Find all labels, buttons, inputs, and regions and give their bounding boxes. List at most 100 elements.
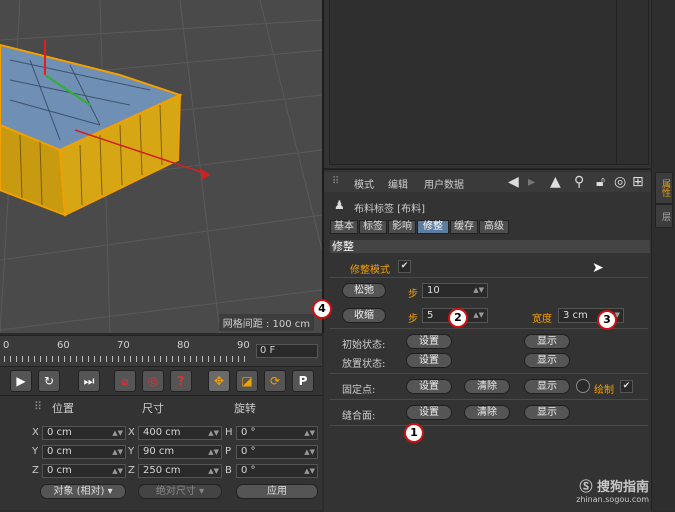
3d-viewport[interactable]: 网格间距 : 100 cm [0, 0, 324, 333]
back-arrow-icon[interactable]: ◀ [508, 174, 519, 190]
help-icon[interactable]: ? [170, 370, 192, 392]
stepper-icon[interactable]: ▲▼ [304, 427, 315, 439]
coordinate-mode-dropdown[interactable]: 对象 (相对) ▾ [40, 484, 126, 499]
stepper-icon[interactable]: ▲▼ [304, 465, 315, 477]
fix-points-label: 固定点: [342, 385, 376, 396]
record-keyframe-icon[interactable]: ⌀ [114, 370, 136, 392]
search-icon[interactable]: ⚲ [574, 174, 584, 190]
dress-state-set-button[interactable]: 设置 [406, 353, 452, 368]
shrink-button[interactable]: 收缩 [342, 308, 386, 323]
autokey-icon[interactable]: ◎ [142, 370, 164, 392]
coordinates-manager: ⠿ 位置 尺寸 旋转 X 0 cm ▲▼ X 400 cm ▲▼ H 0 ° ▲▼ Y… [0, 396, 322, 510]
tab-influence[interactable]: 影响 [388, 220, 416, 234]
stepper-icon[interactable]: ▲▼ [112, 427, 123, 439]
fix-points-show-button[interactable]: 显示 [524, 379, 570, 394]
tab-tag[interactable]: 标签 [359, 220, 387, 234]
timeline[interactable]: 0 60 70 80 90 0 F [0, 335, 322, 366]
current-frame-field[interactable]: 0 F [256, 344, 318, 358]
up-arrow-icon[interactable]: ▲ [550, 174, 561, 190]
pos-z-value: 0 cm [47, 465, 72, 476]
tab-dresser[interactable]: 修整 [417, 220, 449, 234]
menu-edit[interactable]: 编辑 [388, 176, 408, 191]
fix-points-clear-button[interactable]: 清除 [464, 379, 510, 394]
width-label: 宽度 [532, 314, 552, 325]
divider [330, 399, 648, 400]
seam-clear-button[interactable]: 清除 [464, 405, 510, 420]
stepper-icon[interactable]: ▲▼ [112, 465, 123, 477]
side-tab-attributes[interactable]: 属性 [655, 172, 673, 204]
size-z-field[interactable]: 250 cm ▲▼ [138, 464, 222, 478]
rot-p-field[interactable]: 0 ° ▲▼ [236, 445, 318, 459]
annotation-badge-2: 2 [448, 308, 468, 328]
divider [330, 373, 648, 374]
pos-y-field[interactable]: 0 cm ▲▼ [42, 445, 126, 459]
dress-state-show-button[interactable]: 显示 [524, 353, 570, 368]
tag-title: 布料标签 [布料] [354, 204, 425, 215]
attribute-manager: ⠿ 模式 编辑 用户数据 ◀ ▸ ▲ ⚲ 🔓︎ ◎ ⊞ ♟ 布料标签 [布料] … [324, 168, 651, 512]
target-icon[interactable]: ◎ [614, 174, 626, 190]
dress-mode-label: 修整模式 [350, 265, 390, 276]
seam-label: 缝合面: [342, 411, 376, 422]
menu-user-data[interactable]: 用户数据 [424, 176, 464, 191]
radio-icon[interactable] [576, 379, 590, 393]
dress-mode-checkbox[interactable]: ✔ [398, 260, 411, 273]
coordinate-mode-value: 对象 (相对) [53, 486, 105, 497]
tab-cache[interactable]: 缓存 [450, 220, 478, 234]
watermark-brand: Ⓢ 搜狗指南 [576, 476, 649, 495]
forward-arrow-icon[interactable]: ▸ [528, 174, 535, 190]
fix-points-set-button[interactable]: 设置 [406, 379, 452, 394]
stepper-icon[interactable]: ▲▼ [208, 465, 219, 477]
pla-key-icon[interactable]: P [292, 370, 314, 392]
divider [330, 425, 648, 426]
rot-b-value: 0 ° [241, 465, 256, 476]
menu-mode[interactable]: 模式 [354, 176, 374, 191]
pos-z-field[interactable]: 0 cm ▲▼ [42, 464, 126, 478]
draw-checkbox[interactable]: ✔ [620, 380, 633, 393]
stepper-icon[interactable]: ▲▼ [208, 446, 219, 458]
new-panel-icon[interactable]: ⊞ [632, 174, 644, 190]
column-divider [616, 0, 617, 164]
rot-b-field[interactable]: 0 ° ▲▼ [236, 464, 318, 478]
rot-h-field[interactable]: 0 ° ▲▼ [236, 426, 318, 440]
apply-button[interactable]: 应用 [236, 484, 318, 499]
transport-bar: ▶ ↻ ⏭ ⌀ ◎ ? ✥ ◪ ⟳ P [0, 366, 322, 396]
timeline-tick: 80 [177, 340, 190, 351]
stepper-icon[interactable]: ▲▼ [208, 427, 219, 439]
goto-end-icon[interactable]: ⏭ [78, 370, 100, 392]
stepper-icon[interactable]: ▲▼ [304, 446, 315, 458]
pos-x-field[interactable]: 0 cm ▲▼ [42, 426, 126, 440]
loop-icon[interactable]: ↻ [38, 370, 60, 392]
rot-p-value: 0 ° [241, 446, 256, 457]
stepper-icon[interactable]: ▲▼ [112, 446, 123, 458]
rotate-icon[interactable]: ⟳ [264, 370, 286, 392]
stepper-icon[interactable]: ▲▼ [473, 309, 484, 322]
tab-advanced[interactable]: 高级 [479, 220, 509, 234]
scale-icon[interactable]: ◪ [236, 370, 258, 392]
relax-steps-value: 10 [427, 285, 440, 296]
relax-steps-field[interactable]: 10 ▲▼ [422, 283, 488, 298]
timeline-tick: 0 [3, 340, 10, 351]
tab-basic[interactable]: 基本 [330, 220, 358, 234]
move-icon[interactable]: ✥ [208, 370, 230, 392]
lock-icon[interactable]: 🔓︎ [596, 174, 605, 190]
seam-show-button[interactable]: 显示 [524, 405, 570, 420]
size-y-field[interactable]: 90 cm ▲▼ [138, 445, 222, 459]
play-forward-icon[interactable]: ▶ [10, 370, 32, 392]
cloth-box[interactable] [0, 43, 183, 217]
pos-x-axis: X [32, 427, 39, 438]
object-list[interactable] [329, 0, 649, 165]
timeline-ruler[interactable] [4, 356, 248, 362]
size-y-axis: Y [128, 446, 135, 457]
stepper-icon[interactable]: ▲▼ [473, 284, 484, 297]
rotation-header: 旋转 [234, 402, 256, 415]
init-state-show-button[interactable]: 显示 [524, 334, 570, 349]
side-tab-layers[interactable]: 层 [655, 204, 673, 228]
viewport-canvas [0, 0, 322, 333]
seam-set-button[interactable]: 设置 [406, 405, 452, 420]
size-mode-dropdown[interactable]: 绝对尺寸 ▾ [138, 484, 222, 499]
dress-state-label: 放置状态: [342, 359, 386, 370]
relax-button[interactable]: 松弛 [342, 283, 386, 298]
init-state-set-button[interactable]: 设置 [406, 334, 452, 349]
drag-grip-icon: ⠿ [332, 176, 340, 187]
size-x-field[interactable]: 400 cm ▲▼ [138, 426, 222, 440]
